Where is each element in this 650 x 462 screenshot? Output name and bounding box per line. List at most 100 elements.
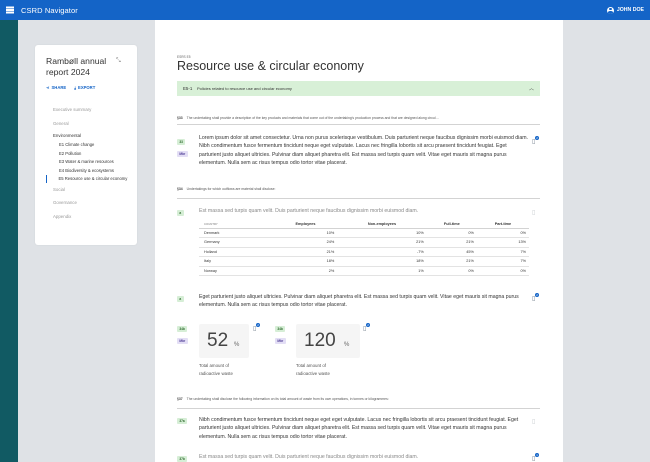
table-row: Germany 24% 21% 21% 13% [199,237,529,248]
divider [177,124,540,125]
table-cell: 7% [476,256,529,267]
nav-item-environmental[interactable]: Environmental [46,131,136,141]
comment-count-badge: 2 [535,292,539,297]
disclosure-text[interactable]: Eget parturient justo aliquet ultricies.… [199,293,529,310]
metric-unit: % [234,342,240,348]
disclosure-text[interactable]: Nibh condimentum fusce fermentum tincidu… [199,416,529,441]
report-sidebar: Rambøll annual report 2024 ⤡ ⋖ SHARE ⤓ EXP… [35,45,137,245]
share-label: SHARE [51,85,67,90]
nav-item-social[interactable]: Social [46,183,136,197]
metric-value: 52 [207,330,229,351]
datapoint-tag: 37a [177,418,188,425]
requirement-text: The undertaking shall provide a descript… [186,116,439,120]
nav-subitem-e2[interactable]: E2 Pollution [46,150,136,159]
comment-icon[interactable]: ▯ 2 [253,322,260,332]
top-app-bar: CSRD Navigator JOHN DOE [0,0,650,20]
table-cell: 0% [426,228,477,238]
table-cell: 18% [273,256,338,267]
column-header: Full-time [426,220,477,229]
export-button[interactable]: ⤓ EXPORT [74,85,95,90]
share-icon: ⋖ [46,85,50,90]
requirement-number: §37 [177,397,183,401]
collapse-icon[interactable]: ⤡ [116,58,121,65]
report-actions: ⋖ SHARE ⤓ EXPORT [46,85,95,90]
table-cell: 1% [337,266,427,276]
table-row: Holland 21% -7% 45% 7% [199,247,529,257]
table-cell: Norway [199,266,274,276]
requirement-number: §33 [177,116,183,120]
table-row: Denmark 10% 10% 0% 0% [199,228,529,238]
metric-card[interactable]: 120 % [296,324,360,358]
table-cell: 10% [337,228,427,238]
comment-count-badge: 2 [535,135,539,140]
table-cell: 0% [476,228,529,238]
nav-item-appendix[interactable]: Appendix [46,210,136,224]
nav-subitem-e4[interactable]: E4 Biodiversity & ecosystems [46,167,136,176]
comment-icon[interactable]: ▯ 2 [363,322,370,332]
table-cell: 21% [426,237,477,248]
column-header: COUNTRY [199,220,274,229]
table-cell: 21% [337,237,427,248]
metric-card[interactable]: 52 % [199,324,249,358]
app-title: CSRD Navigator [21,5,78,15]
share-button[interactable]: ⋖ SHARE [46,85,66,90]
comment-icon[interactable]: ▯ 2 [532,292,539,302]
disclosure-text[interactable]: Est massa sed turpis quam velit. Duis pa… [199,207,529,215]
table-cell: 0% [476,266,529,276]
table-cell: Italy [199,256,274,267]
requirement-number: §34 [177,187,183,191]
main-content: ESRS E5 Resource use & circular economy … [155,20,563,462]
comment-icon[interactable]: ▯ [532,209,535,216]
left-accent-strip [0,20,18,462]
nav-item-governance[interactable]: Governance [46,196,136,210]
page-title: Resource use & circular economy [177,59,364,73]
table-cell: -7% [337,247,427,257]
disclosure-text[interactable]: Lorem ipsum dolor sit amet consectetur. … [199,134,529,168]
export-label: EXPORT [78,85,96,90]
comment-icon[interactable]: ▯ [532,418,535,425]
materiality-tag: Mbr [177,151,188,158]
table-cell: 7% [476,247,529,257]
chevron-up-icon[interactable]: ︿ [529,85,534,92]
table-cell: 0% [426,266,477,276]
requirement-text: Undertakings for which outflows are mate… [186,187,276,191]
table-cell: 2% [273,266,338,276]
metric-label: Total amount of radioactive waste [199,363,233,376]
table-cell: 21% [273,247,338,257]
table-cell: 10% [273,228,338,238]
table-cell: Denmark [199,228,274,238]
table-cell: 18% [337,256,427,267]
requirement-34: §34 Undertakings for which outflows are … [177,187,540,191]
column-header: Part-time [476,220,529,229]
nav-item-general[interactable]: General [46,117,136,131]
datapoint-tag: 34b [177,326,188,333]
requirement-33: §33 The undertaking shall provide a desc… [177,116,540,120]
nav-subitem-e1[interactable]: E1 Climate change [46,141,136,150]
banner-text: Policies related to resource use and cir… [197,86,292,91]
nav-subitem-e5[interactable]: E5 Resource use & circular economy [46,175,136,183]
disclosure-text[interactable]: Est massa sed turpis quam velit. Duis pa… [199,453,529,461]
datapoint-tag: 33 [177,139,186,146]
metric-unit: % [344,342,350,348]
nav-item-executive-summary[interactable]: Executive summary [46,103,136,117]
comment-icon[interactable]: ▯ 1 [532,452,539,462]
download-icon: ⤓ [74,85,77,90]
table-header-row: COUNTRY Employees Non-employees Full-tim… [199,220,529,229]
datapoint-tag: 37b [177,456,188,462]
policy-banner[interactable]: E5-1 Policies related to resource use an… [177,81,540,96]
user-menu[interactable]: JOHN DOE [606,0,644,20]
workforce-table: COUNTRY Employees Non-employees Full-tim… [199,220,529,276]
comment-icon[interactable]: ▯ 2 [532,135,539,145]
nav-subitem-e3[interactable]: E3 Water & marine resources [46,158,136,167]
table-cell: 45% [426,247,477,257]
divider [177,198,540,199]
column-header: Non-employees [337,220,427,229]
metric-value: 120 [304,330,336,351]
hamburger-menu-icon[interactable] [0,0,20,20]
banner-code: E5-1 [183,86,193,91]
requirement-text: The undertaking shall disclose the follo… [186,397,389,401]
requirement-37: §37 The undertaking shall disclose the f… [177,397,540,401]
table-row: Norway 2% 1% 0% 0% [199,266,529,276]
datapoint-tag: a [177,210,184,217]
table-cell: 13% [476,237,529,248]
